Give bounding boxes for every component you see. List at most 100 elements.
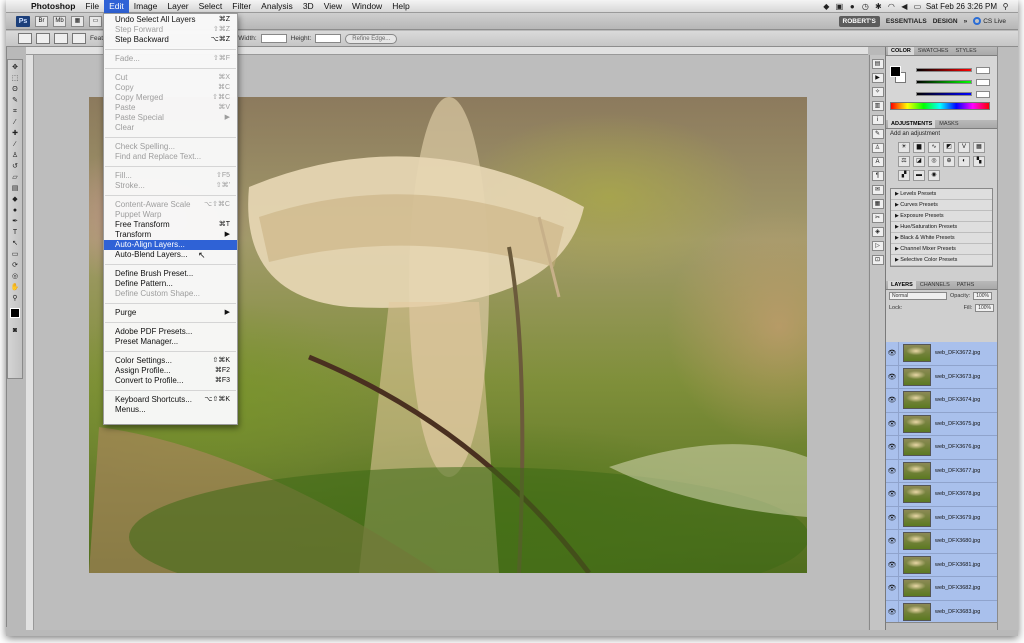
- visibility-eye-icon[interactable]: 👁: [886, 600, 899, 622]
- edit-menu-item[interactable]: Convert to Profile... ⌘F3: [104, 376, 237, 386]
- vertical-ruler[interactable]: [26, 55, 34, 630]
- preset-levels[interactable]: Levels Presets: [891, 189, 992, 200]
- edit-menu-item[interactable]: Keyboard Shortcuts... ⌥⇧⌘K: [104, 395, 237, 405]
- menu-window[interactable]: Window: [347, 0, 387, 13]
- edit-menu-item[interactable]: Free Transform ⌘T: [104, 220, 237, 230]
- foreground-color-swatch[interactable]: [890, 66, 901, 77]
- red-value-field[interactable]: [976, 67, 990, 74]
- history-brush-tool-icon[interactable]: ↺: [9, 162, 21, 171]
- status-icon[interactable]: ▣: [835, 2, 844, 11]
- character-panel-icon[interactable]: A: [871, 157, 884, 167]
- navigator-panel-icon[interactable]: ✧: [871, 87, 884, 97]
- menu-view[interactable]: View: [319, 0, 347, 13]
- layer-row[interactable]: 👁 web_DFX3672.jpg: [886, 342, 998, 366]
- tab-paths[interactable]: PATHS: [954, 281, 978, 289]
- histogram-panel-icon[interactable]: ▥: [871, 101, 884, 111]
- posterize-icon[interactable]: ▚: [973, 156, 985, 167]
- black-white-icon[interactable]: ◪: [913, 156, 925, 167]
- green-value-field[interactable]: [976, 79, 990, 86]
- edit-menu-item[interactable]: Define Pattern...: [104, 279, 237, 289]
- bridge-icon[interactable]: Br: [35, 15, 48, 27]
- visibility-eye-icon[interactable]: 👁: [886, 459, 899, 482]
- visibility-eye-icon[interactable]: 👁: [886, 389, 899, 412]
- gradient-tool-icon[interactable]: ▤: [9, 184, 21, 193]
- menu-filter[interactable]: Filter: [227, 0, 256, 13]
- spotlight-icon[interactable]: ⚲: [1001, 2, 1010, 11]
- invert-icon[interactable]: ◐: [958, 156, 970, 167]
- photo-filter-icon[interactable]: ◎: [928, 156, 940, 167]
- brush-panel-icon[interactable]: ✎: [871, 129, 884, 139]
- menu-analysis[interactable]: Analysis: [256, 0, 298, 13]
- clone-source-icon[interactable]: ♙: [871, 143, 884, 153]
- green-slider[interactable]: [916, 80, 972, 84]
- menu-layer[interactable]: Layer: [162, 0, 193, 13]
- edit-menu-item[interactable]: Define Brush Preset...: [104, 269, 237, 279]
- height-field[interactable]: [315, 34, 342, 43]
- tab-adjustments[interactable]: ADJUSTMENTS: [888, 120, 936, 128]
- tab-masks[interactable]: MASKS: [936, 120, 961, 128]
- arrange-docs-icon[interactable]: ▦: [71, 15, 84, 27]
- workspace-more[interactable]: »: [964, 18, 968, 25]
- tab-color[interactable]: COLOR: [888, 47, 914, 55]
- menu-edit[interactable]: Edit: [104, 0, 129, 13]
- workspace-essentials[interactable]: ESSENTIALS: [886, 18, 927, 25]
- layer-row[interactable]: 👁 web_DFX3675.jpg: [886, 412, 998, 436]
- layer-row[interactable]: 👁 web_DFX3677.jpg: [886, 459, 998, 483]
- quick-mask-icon[interactable]: ◙: [9, 326, 21, 335]
- threshold-icon[interactable]: ▞: [898, 170, 910, 181]
- crop-tool-icon[interactable]: ⌗: [9, 107, 21, 116]
- width-field[interactable]: [260, 34, 287, 43]
- hue-saturation-icon[interactable]: ▦: [973, 142, 985, 153]
- edit-menu-item[interactable]: Auto-Align Layers...: [104, 240, 237, 250]
- exposure-icon[interactable]: ◩: [943, 142, 955, 153]
- wifi-icon[interactable]: ◠: [887, 2, 896, 11]
- blend-mode-select[interactable]: Normal: [889, 292, 947, 300]
- menu-3d[interactable]: 3D: [298, 0, 319, 13]
- brush-tool-icon[interactable]: ∕: [9, 140, 21, 149]
- visibility-eye-icon[interactable]: 👁: [886, 530, 899, 553]
- move-tool-icon[interactable]: ✥: [9, 63, 21, 72]
- add-selection-icon[interactable]: [54, 33, 68, 44]
- animation-panel-icon[interactable]: ▷: [871, 241, 884, 251]
- visibility-eye-icon[interactable]: 👁: [886, 365, 899, 388]
- menu-image[interactable]: Image: [129, 0, 163, 13]
- tab-swatches[interactable]: SWATCHES: [915, 47, 952, 55]
- menu-help[interactable]: Help: [387, 0, 414, 13]
- preset-hue-saturation[interactable]: Hue/Saturation Presets: [891, 222, 992, 233]
- stamp-tool-icon[interactable]: ♙: [9, 151, 21, 160]
- vibrance-icon[interactable]: V: [958, 142, 970, 153]
- 3d-panel-icon[interactable]: ◈: [871, 227, 884, 237]
- pen-tool-icon[interactable]: ✒: [9, 217, 21, 226]
- dodge-tool-icon[interactable]: ●: [9, 206, 21, 215]
- status-icon[interactable]: ◆: [822, 2, 831, 11]
- edit-menu-item[interactable]: Menus...: [104, 405, 237, 415]
- path-select-tool-icon[interactable]: ↖: [9, 239, 21, 248]
- curves-icon[interactable]: ∿: [928, 142, 940, 153]
- levels-icon[interactable]: ▆: [913, 142, 925, 153]
- color-balance-icon[interactable]: ⚖: [898, 156, 910, 167]
- edit-menu-item[interactable]: Undo Select All Layers ⌘Z: [104, 15, 237, 25]
- layer-row[interactable]: 👁 web_DFX3676.jpg: [886, 436, 998, 460]
- bluetooth-icon[interactable]: ✱: [874, 2, 883, 11]
- cs-live-menu[interactable]: CS Live: [973, 17, 1006, 25]
- measurement-panel-icon[interactable]: ⊡: [871, 255, 884, 265]
- edit-menu-item[interactable]: Assign Profile... ⌘F2: [104, 366, 237, 376]
- edit-menu-item[interactable]: Color Settings... ⇧⌘K: [104, 356, 237, 366]
- healing-tool-icon[interactable]: ✚: [9, 129, 21, 138]
- edit-menu-item[interactable]: Preset Manager...: [104, 337, 237, 347]
- new-selection-icon[interactable]: [36, 33, 50, 44]
- layer-row[interactable]: 👁 web_DFX3680.jpg: [886, 530, 998, 554]
- hand-tool-icon[interactable]: ✋: [9, 283, 21, 292]
- menu-photoshop[interactable]: Photoshop: [26, 0, 80, 13]
- tab-styles[interactable]: STYLES: [952, 47, 979, 55]
- visibility-eye-icon[interactable]: 👁: [886, 436, 899, 459]
- layer-row[interactable]: 👁 web_DFX3682.jpg: [886, 577, 998, 601]
- layer-row[interactable]: 👁 web_DFX3683.jpg: [886, 600, 998, 622]
- foreground-color-swatch[interactable]: [10, 308, 20, 318]
- quick-select-tool-icon[interactable]: ✎: [9, 96, 21, 105]
- edit-menu-item[interactable]: Purge ▶: [104, 308, 237, 318]
- panel-scroll-strip[interactable]: [997, 47, 1018, 630]
- notes-panel-icon[interactable]: ✉: [871, 185, 884, 195]
- 3d-orbit-tool-icon[interactable]: ◎: [9, 272, 21, 281]
- visibility-eye-icon[interactable]: 👁: [886, 412, 899, 435]
